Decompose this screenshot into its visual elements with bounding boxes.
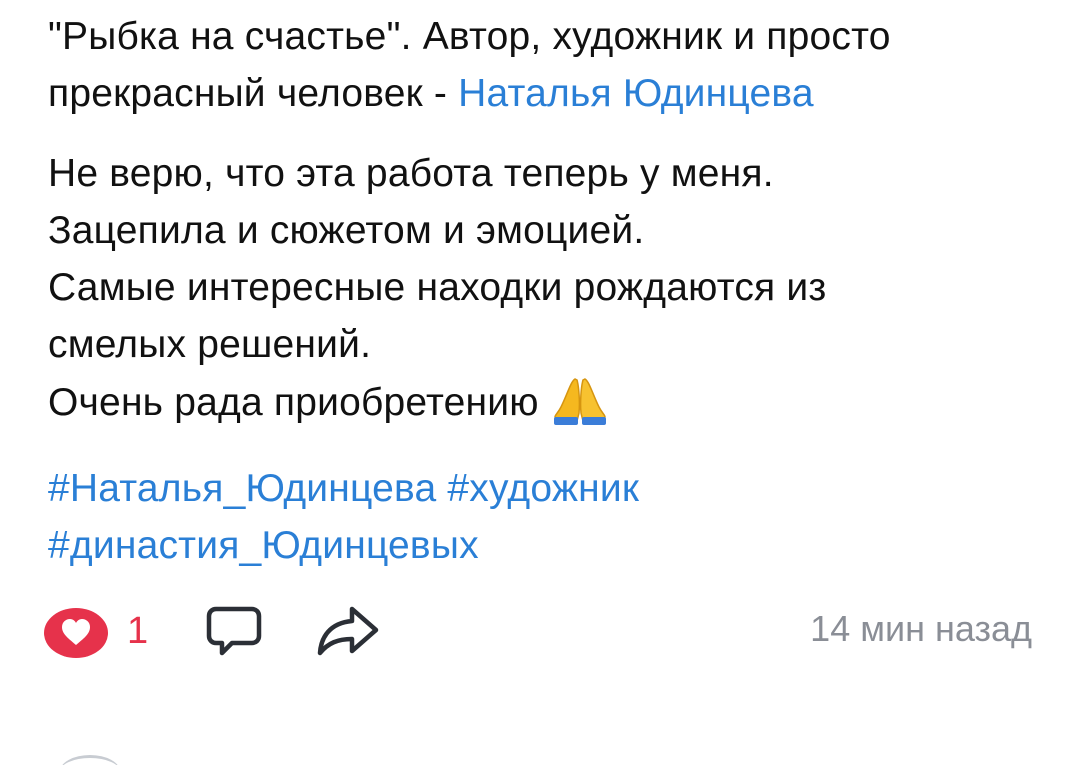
- post-intro: "Рыбка на счастье". Автор, художник и пр…: [48, 8, 1048, 122]
- share-icon: [317, 606, 379, 656]
- hashtag-link[interactable]: #художник: [447, 467, 639, 510]
- body-line: Самые интересные находки рождаются из: [48, 266, 827, 309]
- post-timestamp: 14 мин назад: [810, 608, 1032, 649]
- comment-button[interactable]: [204, 603, 264, 659]
- hashtag-link[interactable]: #династия_Юдинцевых: [48, 524, 479, 567]
- hashtags: #Наталья_Юдинцева #художник #династия_Юд…: [48, 460, 1048, 574]
- hashtag-line: #Наталья_Юдинцева #художник: [48, 460, 1048, 517]
- folded-hands-icon: [553, 378, 606, 425]
- hashtag-link[interactable]: #Наталья_Юдинцева: [48, 467, 436, 510]
- body-line: Очень рада приобретению: [48, 373, 1048, 431]
- comment-icon: [206, 606, 262, 656]
- avatar: [60, 755, 120, 765]
- intro-line: прекрасный человек - Наталья Юдинцева: [48, 65, 1048, 122]
- post-body: Не верю, что эта работа теперь у меня. З…: [48, 145, 1048, 431]
- intro-prefix: прекрасный человек -: [48, 72, 459, 115]
- author-link[interactable]: Наталья Юдинцева: [458, 72, 814, 115]
- post-card: "Рыбка на счастье". Автор, художник и пр…: [0, 0, 1080, 765]
- body-line-text: Очень рада приобретению: [48, 381, 539, 424]
- like-button[interactable]: [42, 607, 110, 659]
- hashtag-line: #династия_Юдинцевых: [48, 517, 1048, 574]
- share-button[interactable]: [312, 603, 382, 659]
- post-actions: 1 14 мин назад: [0, 595, 1080, 665]
- body-line: Зацепила и сюжетом и эмоцией.: [48, 209, 645, 252]
- intro-line: "Рыбка на счастье". Автор, художник и пр…: [48, 15, 891, 58]
- like-count: 1: [127, 610, 149, 652]
- body-line: Не верю, что эта работа теперь у меня.: [48, 152, 774, 195]
- body-line: смелых решений.: [48, 323, 372, 366]
- heart-icon: [44, 608, 108, 658]
